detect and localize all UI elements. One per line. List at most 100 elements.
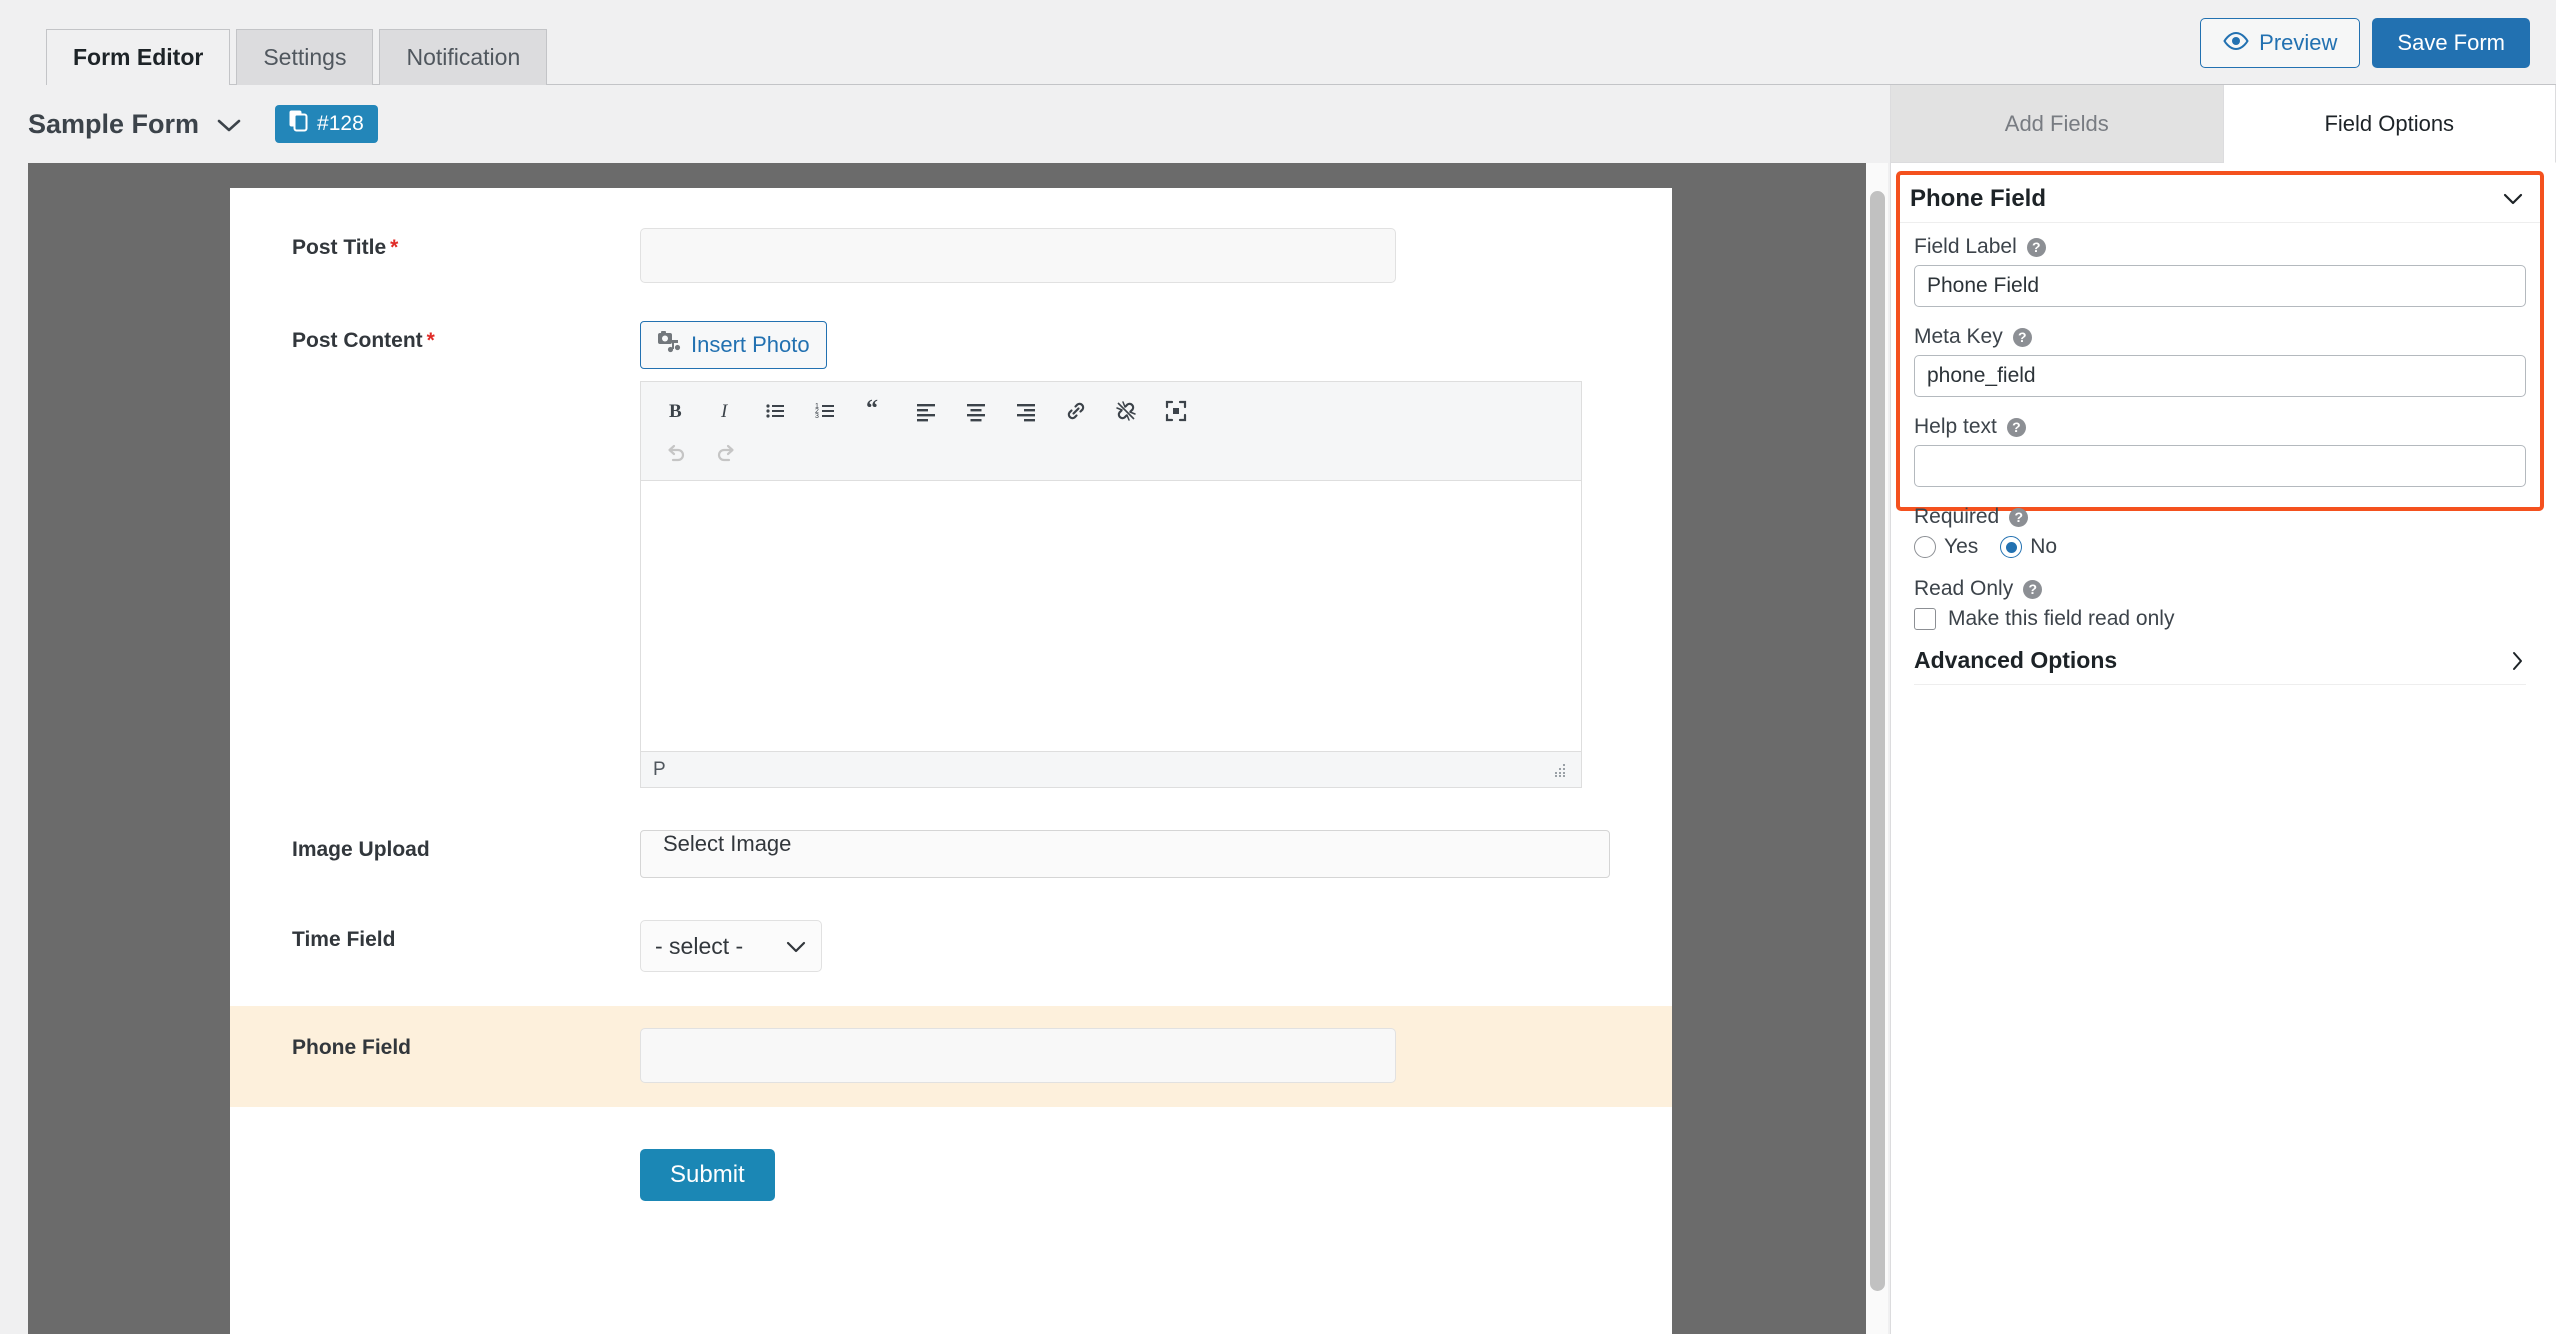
eye-icon [2223,30,2249,56]
tab-settings[interactable]: Settings [236,29,374,85]
label-text: Post Title [292,236,387,259]
rich-text-editor: B I 1 2 3 “ P [640,381,1582,788]
phone-field-options-card: Phone Field Field Label ? Meta Key ? [1896,171,2544,685]
save-form-button-label: Save Form [2397,30,2505,55]
panel-tab-bar: Add Fields Field Options [1890,85,2556,163]
numbered-list-icon[interactable]: 1 2 3 [801,390,851,432]
post-title-input[interactable] [640,228,1396,283]
form-id-badge[interactable]: #128 [275,105,378,143]
help-text-label-text: Help text [1914,415,1997,438]
editor-toolbar-row-2 [651,432,1571,474]
bold-icon[interactable]: B [651,390,701,432]
editor-content-area[interactable] [641,481,1581,751]
read-only-label: Read Only ? [1914,577,2526,601]
form-field-post-content[interactable]: Post Content * Insert Photo B I 1 2 3 “ … [230,283,1672,788]
insert-photo-button-label: Insert Photo [691,332,810,357]
canvas-scrollbar-track[interactable] [1866,163,1888,1334]
meta-key-input[interactable] [1914,355,2526,397]
time-select[interactable]: - select - [640,920,822,972]
tab-settings-label: Settings [263,44,347,70]
page-title: Sample Form [28,108,200,139]
save-form-button[interactable]: Save Form [2372,18,2530,68]
chevron-down-icon[interactable] [215,117,243,135]
preview-button[interactable]: Preview [2200,18,2361,68]
tab-notification[interactable]: Notification [379,29,548,85]
help-text-input[interactable] [1914,445,2526,487]
svg-text:3: 3 [815,413,819,420]
question-mark-icon[interactable]: ? [2009,507,2029,527]
field-options-panel: Phone Field Field Label ? Meta Key ? [1890,163,2556,1334]
chevron-down-icon[interactable] [2502,192,2524,206]
fullscreen-icon[interactable] [1151,390,1201,432]
form-preview-canvas: Post Title * Post Content * Insert Photo… [28,163,1866,1334]
required-yes-label: Yes [1944,535,1979,558]
field-label-input[interactable] [1914,265,2526,307]
canvas-scrollbar-thumb[interactable] [1870,191,1885,1291]
required-yes-radio[interactable] [1914,536,1936,558]
form-field-image-upload[interactable]: Image Upload Select Image [230,788,1672,878]
required-asterisk: * [390,236,399,259]
svg-text:I: I [720,401,729,422]
blockquote-icon[interactable]: “ [851,390,901,432]
redo-icon[interactable] [701,432,751,474]
editor-toolbar-row-1: B I 1 2 3 “ [651,390,1571,432]
form-field-post-title[interactable]: Post Title * [230,188,1672,283]
tab-field-options-label: Field Options [2324,110,2455,136]
editor-resize-handle[interactable] [1553,762,1569,778]
form-name-bar: Sample Form #128 [0,85,1875,163]
question-mark-icon[interactable]: ? [2026,237,2046,257]
top-bar-actions: Preview Save Form [2200,18,2530,68]
form-field-post-content-label: Post Content * [230,321,640,788]
align-center-icon[interactable] [951,390,1001,432]
align-left-icon[interactable] [901,390,951,432]
media-camera-icon [657,330,681,360]
form-field-time-control: - select - [640,920,1672,972]
link-icon[interactable] [1051,390,1101,432]
read-only-checkbox[interactable] [1914,608,1936,630]
align-right-icon[interactable] [1001,390,1051,432]
read-only-checkbox-row[interactable]: Make this field read only [1914,607,2526,631]
field-label-text: Field Label [1914,235,2017,258]
phone-field-input[interactable] [640,1028,1396,1083]
help-text-label: Help text ? [1914,415,2526,439]
undo-icon[interactable] [651,432,701,474]
tab-add-fields[interactable]: Add Fields [1891,85,2224,163]
form-submit-row: Submit [230,1107,1672,1201]
form-id-badge-label: #128 [317,112,364,135]
label-text: Post Content [292,329,423,352]
insert-photo-button[interactable]: Insert Photo [640,321,827,369]
form-field-post-title-control [640,228,1672,283]
preview-button-label: Preview [2259,30,2338,55]
question-mark-icon[interactable]: ? [2012,327,2032,347]
form-field-phone[interactable]: Phone Field [230,1006,1672,1107]
advanced-options-row[interactable]: Advanced Options [1900,645,2540,674]
editor-toolbar: B I 1 2 3 “ [641,382,1581,481]
required-radio-group: Yes No [1914,535,2526,559]
chevron-right-icon [2510,650,2524,672]
meta-key-label: Meta Key ? [1914,325,2526,349]
options-card-header[interactable]: Phone Field [1900,175,2540,223]
bulleted-list-icon[interactable] [751,390,801,432]
required-no-label: No [2030,535,2058,558]
form-field-time[interactable]: Time Field - select - [230,878,1672,972]
editor-status-bar: P [641,751,1581,787]
tab-form-editor[interactable]: Form Editor [46,29,231,85]
tab-field-options[interactable]: Field Options [2223,85,2556,163]
read-only-checkbox-label: Make this field read only [1948,607,2175,630]
options-card-title: Phone Field [1910,184,2047,212]
submit-row-control: Submit [640,1149,1672,1201]
unlink-icon[interactable] [1101,390,1151,432]
select-image-button[interactable]: Select Image [640,830,1610,878]
select-image-button-label: Select Image [663,831,792,856]
italic-icon[interactable]: I [701,390,751,432]
form-field-post-title-label: Post Title * [230,228,640,283]
tab-form-editor-label: Form Editor [73,44,204,70]
form-field-image-upload-control: Select Image [640,830,1672,878]
question-mark-icon[interactable]: ? [2006,417,2026,437]
submit-button[interactable]: Submit [640,1149,775,1201]
main-tab-bar: Form Editor Settings Notification [46,0,553,85]
advanced-options-divider [1914,684,2526,685]
question-mark-icon[interactable]: ? [2023,579,2043,599]
required-no-radio[interactable] [2000,536,2023,558]
